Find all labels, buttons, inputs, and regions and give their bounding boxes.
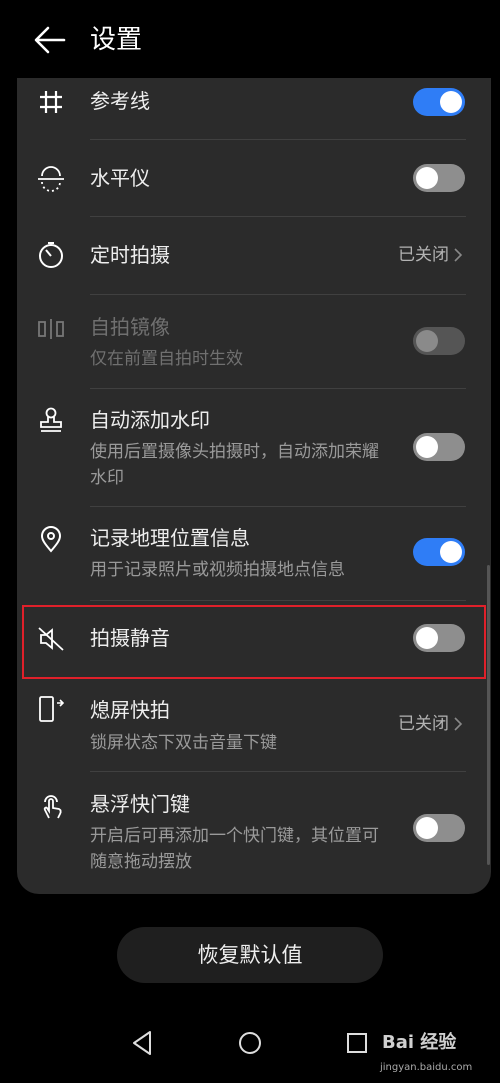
snapshot-value: 已关闭 (398, 714, 449, 734)
setting-location[interactable]: 记录地理位置信息 用于记录照片或视频拍摄地点信息 (17, 507, 491, 600)
setting-label: 悬浮快门键 (90, 792, 190, 816)
scrollbar[interactable] (487, 565, 490, 865)
level-icon (38, 166, 64, 192)
highlight-box (22, 605, 486, 679)
location-pin-icon (40, 526, 62, 553)
setting-mirror[interactable]: 自拍镜像 仅在前置自拍时生效 (17, 295, 491, 388)
setting-grid[interactable]: 参考线 (17, 78, 491, 140)
header: 设置 (0, 0, 500, 80)
setting-snapshot[interactable]: 熄屏快拍 锁屏状态下双击音量下键 已关闭 (17, 678, 491, 771)
restore-defaults-button[interactable]: 恢复默认值 (117, 927, 383, 983)
setting-label: 参考线 (90, 89, 150, 113)
setting-watermark[interactable]: 自动添加水印 使用后置摄像头拍摄时，自动添加荣耀水印 (17, 389, 491, 506)
watermark-brand: Bai 经验 (382, 1032, 457, 1053)
timer-icon (39, 242, 63, 268)
setting-label: 熄屏快拍 (90, 698, 170, 722)
chevron-right-icon (454, 248, 463, 262)
location-toggle[interactable] (413, 538, 465, 566)
floating-shutter-toggle[interactable] (413, 814, 465, 842)
setting-timer[interactable]: 定时拍摄 已关闭 (17, 217, 491, 294)
level-toggle[interactable] (413, 164, 465, 192)
setting-label: 自动添加水印 (90, 408, 210, 432)
setting-description: 锁屏状态下双击音量下键 (90, 733, 277, 753)
mirror-toggle (413, 327, 465, 355)
setting-level[interactable]: 水平仪 (17, 140, 491, 216)
setting-label: 自拍镜像 (90, 315, 170, 339)
timer-value: 已关闭 (398, 245, 449, 265)
recents-square-icon[interactable] (342, 1028, 372, 1058)
chevron-right-icon (454, 717, 463, 731)
touch-icon (43, 795, 62, 819)
home-circle-icon[interactable] (235, 1028, 265, 1058)
grid-icon (40, 91, 62, 113)
setting-label: 记录地理位置信息 (90, 526, 250, 550)
watermark-toggle[interactable] (413, 433, 465, 461)
setting-description: 仅在前置自拍时生效 (90, 349, 243, 369)
page-title: 设置 (90, 25, 143, 55)
setting-description: 开启后可再添加一个快门键，其位置可随意拖动摆放 (90, 826, 379, 872)
phone-snapshot-icon (39, 696, 65, 722)
watermark-url: jingyan.baidu.com (380, 1062, 473, 1073)
setting-label: 定时拍摄 (90, 243, 170, 267)
stamp-icon (40, 407, 62, 432)
setting-floating-shutter[interactable]: 悬浮快门键 开启后可再添加一个快门键，其位置可随意拖动摆放 (17, 772, 491, 894)
settings-card: 参考线 水平仪 定时拍摄 已关闭 自拍镜像 仅在前置自拍时生效 自动添加水印 使… (17, 78, 491, 894)
back-arrow-icon[interactable] (30, 22, 70, 58)
back-triangle-icon[interactable] (128, 1028, 158, 1058)
grid-toggle[interactable] (413, 88, 465, 116)
setting-label: 水平仪 (90, 166, 150, 190)
mirror-icon (38, 319, 64, 339)
setting-description: 用于记录照片或视频拍摄地点信息 (90, 560, 345, 580)
setting-description: 使用后置摄像头拍摄时，自动添加荣耀水印 (90, 442, 379, 488)
